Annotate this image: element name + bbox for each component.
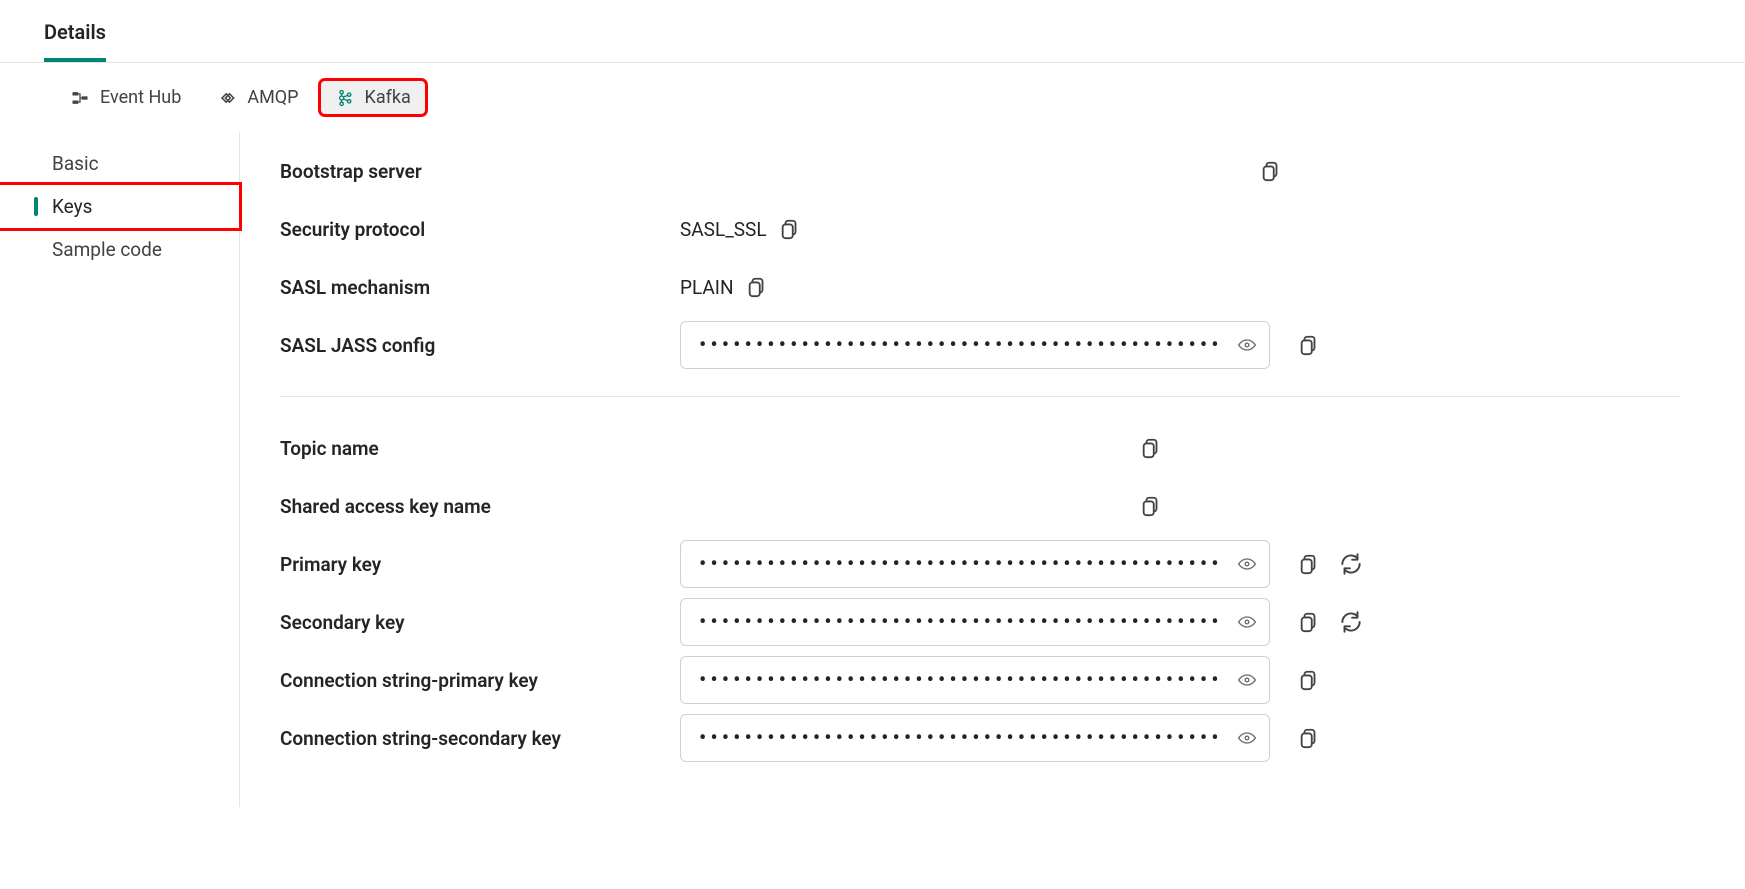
- copy-button-security-protocol[interactable]: [779, 215, 801, 243]
- section-divider: [280, 396, 1680, 397]
- tab-amqp-label: AMQP: [247, 87, 298, 108]
- secret-input-connection-string-primary[interactable]: [697, 667, 1225, 694]
- label-primary-key: Primary key: [280, 553, 680, 576]
- tab-details[interactable]: Details: [44, 20, 106, 62]
- tab-event-hub-label: Event Hub: [100, 87, 181, 108]
- copy-button-connection-string-secondary[interactable]: [1298, 724, 1320, 752]
- page-header: Details: [0, 0, 1745, 63]
- content-body: Basic Keys Sample code Bootstrap server …: [0, 132, 1745, 807]
- row-sasl-jass-config: SASL JASS config: [280, 316, 1680, 374]
- tab-kafka[interactable]: Kafka: [321, 81, 425, 114]
- event-hub-icon: [70, 88, 90, 108]
- row-sasl-mechanism: SASL mechanism PLAIN: [280, 258, 1680, 316]
- label-bootstrap-server: Bootstrap server: [280, 160, 680, 183]
- secret-input-sasl-jass-config[interactable]: [697, 332, 1225, 359]
- row-shared-access-key-name: Shared access key name: [280, 477, 1680, 535]
- secret-box-connection-string-primary: [680, 656, 1270, 704]
- reveal-button-connection-string-secondary[interactable]: [1235, 726, 1259, 750]
- keys-panel: Bootstrap server Security protocol SASL_…: [240, 132, 1740, 807]
- row-primary-key: Primary key: [280, 535, 1680, 593]
- label-sasl-mechanism: SASL mechanism: [280, 276, 680, 299]
- label-topic-name: Topic name: [280, 437, 680, 460]
- regenerate-button-primary-key[interactable]: [1338, 551, 1364, 577]
- kafka-icon: [335, 88, 355, 108]
- secret-box-secondary-key: [680, 598, 1270, 646]
- copy-button-sasl-mechanism[interactable]: [746, 273, 768, 301]
- regenerate-button-secondary-key[interactable]: [1338, 609, 1364, 635]
- secret-input-secondary-key[interactable]: [697, 609, 1225, 636]
- row-bootstrap-server: Bootstrap server: [280, 142, 1680, 200]
- label-secondary-key: Secondary key: [280, 611, 680, 634]
- label-connection-string-secondary: Connection string-secondary key: [280, 727, 680, 750]
- value-sasl-mechanism: PLAIN: [680, 276, 734, 299]
- secret-box-connection-string-secondary: [680, 714, 1270, 762]
- protocol-tabs: Event Hub AMQP Kafka: [0, 63, 1745, 132]
- amqp-icon: [217, 88, 237, 108]
- tab-amqp[interactable]: AMQP: [203, 81, 312, 114]
- label-shared-access-key-name: Shared access key name: [280, 495, 680, 518]
- row-connection-string-secondary: Connection string-secondary key: [280, 709, 1680, 767]
- secret-input-primary-key[interactable]: [697, 551, 1225, 578]
- reveal-button-primary-key[interactable]: [1235, 552, 1259, 576]
- copy-button-primary-key[interactable]: [1298, 550, 1320, 578]
- sidebar-item-sample-code[interactable]: Sample code: [0, 228, 239, 271]
- tab-event-hub[interactable]: Event Hub: [56, 81, 195, 114]
- side-nav: Basic Keys Sample code: [0, 132, 240, 807]
- value-bootstrap-server: [680, 171, 1280, 172]
- value-security-protocol: SASL_SSL: [680, 218, 767, 241]
- copy-button-topic-name[interactable]: [1140, 434, 1162, 462]
- copy-button-shared-access-key-name[interactable]: [1140, 492, 1162, 520]
- sidebar-item-keys[interactable]: Keys: [0, 185, 239, 228]
- label-sasl-jass-config: SASL JASS config: [280, 334, 680, 357]
- label-connection-string-primary: Connection string-primary key: [280, 669, 680, 692]
- row-secondary-key: Secondary key: [280, 593, 1680, 651]
- copy-button-connection-string-primary[interactable]: [1298, 666, 1320, 694]
- row-security-protocol: Security protocol SASL_SSL: [280, 200, 1680, 258]
- copy-button-secondary-key[interactable]: [1298, 608, 1320, 636]
- tab-kafka-label: Kafka: [365, 87, 411, 108]
- secret-box-sasl-jass-config: [680, 321, 1270, 369]
- reveal-button-sasl-jass-config[interactable]: [1235, 333, 1259, 357]
- reveal-button-connection-string-primary[interactable]: [1235, 668, 1259, 692]
- row-connection-string-primary: Connection string-primary key: [280, 651, 1680, 709]
- reveal-button-secondary-key[interactable]: [1235, 610, 1259, 634]
- secret-input-connection-string-secondary[interactable]: [697, 725, 1225, 752]
- copy-button-bootstrap-server[interactable]: [1260, 157, 1282, 185]
- sidebar-item-basic[interactable]: Basic: [0, 142, 239, 185]
- secret-box-primary-key: [680, 540, 1270, 588]
- row-topic-name: Topic name: [280, 419, 1680, 477]
- label-security-protocol: Security protocol: [280, 218, 680, 241]
- copy-button-sasl-jass-config[interactable]: [1298, 331, 1320, 359]
